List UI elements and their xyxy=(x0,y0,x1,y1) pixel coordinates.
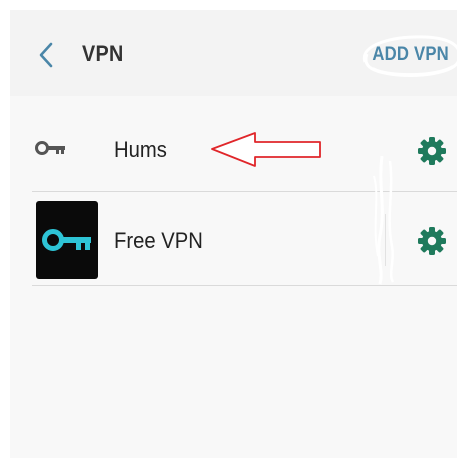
back-button[interactable] xyxy=(36,41,56,69)
vpn-settings-button[interactable] xyxy=(417,136,447,166)
app-bar: VPN ADD VPN xyxy=(10,10,462,96)
gear-icon xyxy=(418,227,446,255)
vertical-divider xyxy=(385,214,386,266)
vpn-list-item[interactable]: Free VPN xyxy=(10,194,457,286)
key-icon xyxy=(35,141,65,155)
vpn-settings-button[interactable] xyxy=(417,226,447,256)
vpn-list-item[interactable]: Hums xyxy=(10,100,457,192)
vpn-settings-screen: VPN ADD VPN Hums Free VPN xyxy=(10,10,462,458)
vpn-name: Hums xyxy=(114,137,167,162)
free-vpn-app-icon xyxy=(36,201,98,279)
annotation-arrow xyxy=(211,132,321,167)
page-title: VPN xyxy=(82,41,124,66)
vpn-name: Free VPN xyxy=(114,228,203,253)
add-vpn-button[interactable]: ADD VPN xyxy=(373,44,449,66)
divider xyxy=(32,191,457,192)
screenshot-frame: VPN ADD VPN Hums Free VPN xyxy=(0,0,467,466)
divider xyxy=(32,285,457,286)
key-icon xyxy=(42,229,91,251)
gear-icon xyxy=(418,137,446,165)
chevron-left-icon xyxy=(39,42,53,68)
